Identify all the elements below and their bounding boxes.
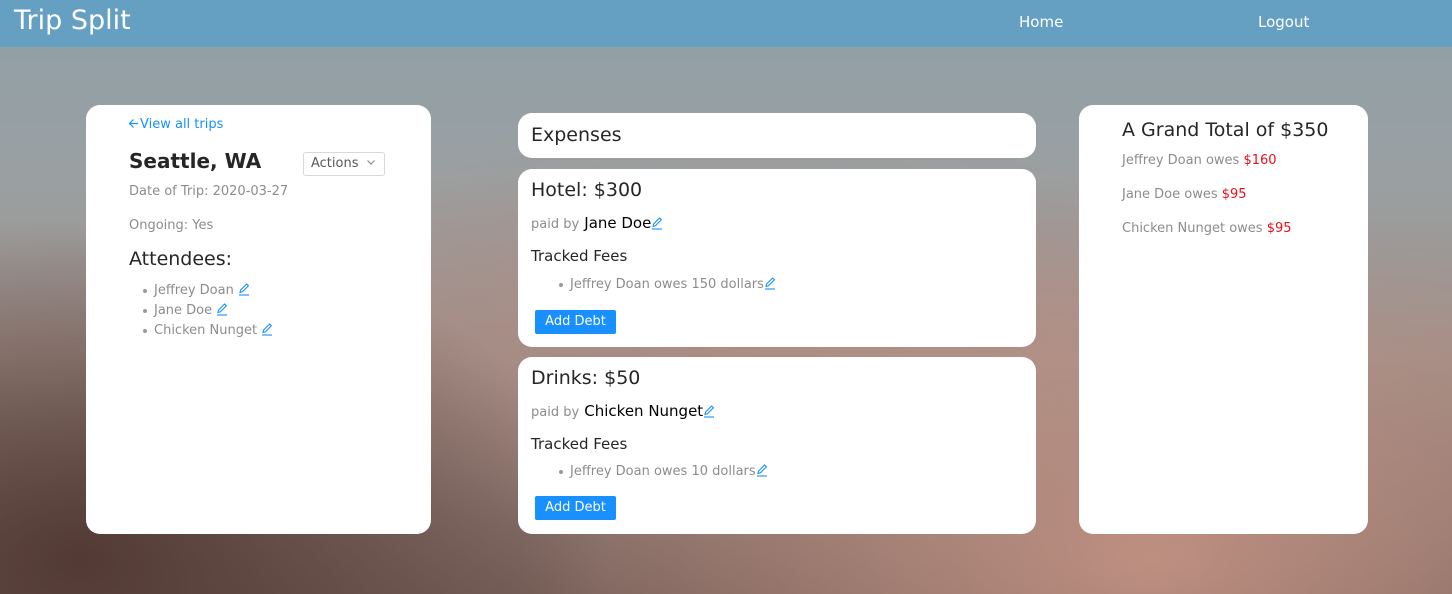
grand-total-heading: A Grand Total of $350 [1122,119,1329,141]
expense-title: Hotel: $300 [531,179,643,201]
chevron-down-icon [366,153,376,175]
nav-home-link[interactable]: Home [1019,12,1063,32]
add-debt-button[interactable]: Add Debt [535,496,616,520]
payer-name: Chicken Nunget [584,402,704,420]
trip-date: Date of Trip: 2020-03-27 [129,184,289,199]
attendee-name: Jane Doe [154,303,213,318]
fee-text: Jeffrey Doan owes 10 dollars [570,464,756,479]
edit-fee-icon[interactable] [764,276,776,290]
expense-paid-by: paid by Jane Doe [531,213,663,234]
list-item: Jane Doe [142,301,273,321]
fee-text: Jeffrey Doan owes 150 dollars [570,277,764,292]
owes-amount: $160 [1243,153,1277,168]
edit-payer-icon[interactable] [651,215,663,230]
expense-card: Drinks: $50 paid by Chicken Nunget Track… [518,357,1036,534]
grand-total-card: A Grand Total of $350 Jeffrey Doan owes … [1079,105,1368,534]
owes-amount: $95 [1221,187,1247,202]
owes-text: Jeffrey Doan owes [1122,153,1240,168]
app-title[interactable]: Trip Split [14,4,131,38]
trip-name: Seattle, WA [129,149,262,173]
tracked-fees-heading: Tracked Fees [531,247,628,265]
actions-dropdown[interactable]: Actions [303,152,385,176]
navbar: Trip Split Home Logout [0,0,1452,47]
fees-list: Jeffrey Doan owes 150 dollars [559,275,776,295]
list-item: Chicken Nunget [142,321,273,341]
list-item: Jeffrey Doan owes 150 dollars [559,275,776,295]
expenses-heading: Expenses [531,124,622,146]
paid-by-label: paid by [531,217,580,232]
attendee-name: Chicken Nunget [154,323,258,338]
edit-attendee-icon[interactable] [238,282,250,296]
paid-by-label: paid by [531,405,580,420]
edit-fee-icon[interactable] [756,463,768,477]
actions-dropdown-label: Actions [311,156,359,171]
attendee-name: Jeffrey Doan [154,283,234,298]
expense-title: Drinks: $50 [531,367,641,389]
edit-attendee-icon[interactable] [216,302,228,316]
list-item: Jeffrey Doan [142,281,273,301]
expense-paid-by: paid by Chicken Nunget [531,401,715,422]
view-all-trips-label: View all trips [140,117,224,132]
trip-details-card: View all trips Seattle, WA Actions Date … [86,105,431,534]
fees-list: Jeffrey Doan owes 10 dollars [559,462,768,482]
owes-amount: $95 [1266,221,1292,236]
arrow-left-icon [128,116,140,133]
owes-row: Jane Doe owes $95 [1122,186,1247,203]
add-debt-button[interactable]: Add Debt [535,310,616,334]
attendees-heading: Attendees: [129,248,233,270]
expense-card: Hotel: $300 paid by Jane Doe Tracked Fee… [518,169,1036,347]
owes-text: Jane Doe owes [1122,187,1218,202]
owes-text: Chicken Nunget owes [1122,221,1263,236]
expenses-header-card: Expenses [518,113,1036,158]
list-item: Jeffrey Doan owes 10 dollars [559,462,768,482]
edit-payer-icon[interactable] [703,403,715,418]
owes-row: Jeffrey Doan owes $160 [1122,152,1277,169]
owes-row: Chicken Nunget owes $95 [1122,220,1292,237]
nav-logout-link[interactable]: Logout [1258,12,1309,32]
payer-name: Jane Doe [584,214,652,232]
attendees-list: Jeffrey Doan Jane Doe Chicken Nunget [142,281,273,341]
trip-ongoing: Ongoing: Yes [129,218,214,233]
edit-attendee-icon[interactable] [261,322,273,336]
view-all-trips-link[interactable]: View all trips [128,116,223,133]
tracked-fees-heading: Tracked Fees [531,435,628,453]
